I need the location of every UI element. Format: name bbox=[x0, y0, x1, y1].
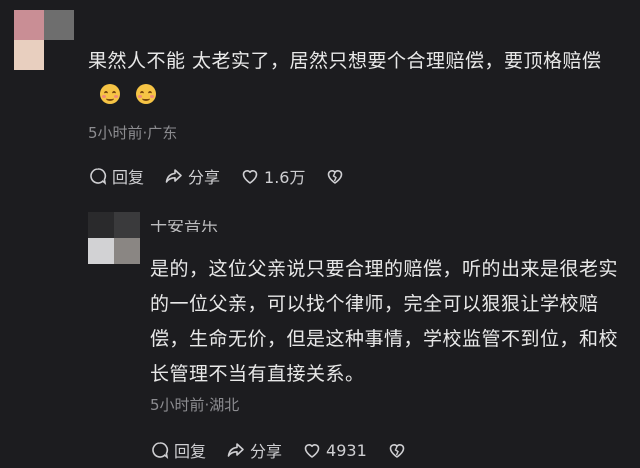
heart-icon bbox=[304, 444, 320, 458]
reply-icon bbox=[90, 168, 107, 186]
dislike-button[interactable] bbox=[387, 440, 411, 460]
share-icon bbox=[227, 443, 244, 457]
flushed-face-emoji bbox=[136, 84, 156, 104]
share-label: 分享 bbox=[250, 442, 283, 461]
reply-label: 回复 bbox=[112, 168, 145, 187]
like-count: 1.6万 bbox=[264, 168, 306, 187]
share-icon bbox=[165, 169, 182, 183]
reply-actions: 回复 分享 4931 bbox=[150, 438, 431, 462]
comment-meta: 5小时前·广东 bbox=[88, 124, 178, 142]
like-button[interactable]: 4931 bbox=[302, 440, 367, 460]
reply-button[interactable]: 回复 bbox=[150, 438, 206, 462]
like-count: 4931 bbox=[326, 440, 367, 460]
reply-body: 是的，这位父亲说只要合理的赔偿，听的出来是很老实的一位父亲，可以找个律师，完全可… bbox=[150, 258, 619, 385]
reply-author[interactable]: 十安音乐 bbox=[150, 220, 218, 232]
flushed-face-emoji bbox=[100, 84, 120, 104]
reply-avatar[interactable] bbox=[88, 212, 140, 264]
reply-label: 回复 bbox=[174, 442, 207, 461]
reply-meta: 5小时前·湖北 bbox=[150, 396, 240, 414]
comment-actions: 回复 分享 1.6万 bbox=[88, 164, 369, 188]
share-label: 分享 bbox=[188, 168, 221, 187]
broken-heart-icon bbox=[389, 444, 405, 458]
comment-text: 果然人不能 太老实了，居然只想要个合理赔偿，要顶格赔偿 bbox=[88, 50, 602, 72]
reply-button[interactable]: 回复 bbox=[88, 164, 144, 188]
heart-icon bbox=[242, 170, 258, 184]
like-button[interactable]: 1.6万 bbox=[240, 164, 305, 188]
commenter-avatar[interactable] bbox=[14, 10, 74, 70]
dislike-button[interactable] bbox=[325, 166, 349, 186]
share-button[interactable]: 分享 bbox=[164, 164, 220, 188]
broken-heart-icon bbox=[328, 170, 343, 184]
comment-body: 果然人不能 太老实了，居然只想要个合理赔偿，要顶格赔偿 bbox=[88, 44, 628, 112]
reply-icon bbox=[152, 442, 169, 460]
share-button[interactable]: 分享 bbox=[226, 438, 282, 462]
